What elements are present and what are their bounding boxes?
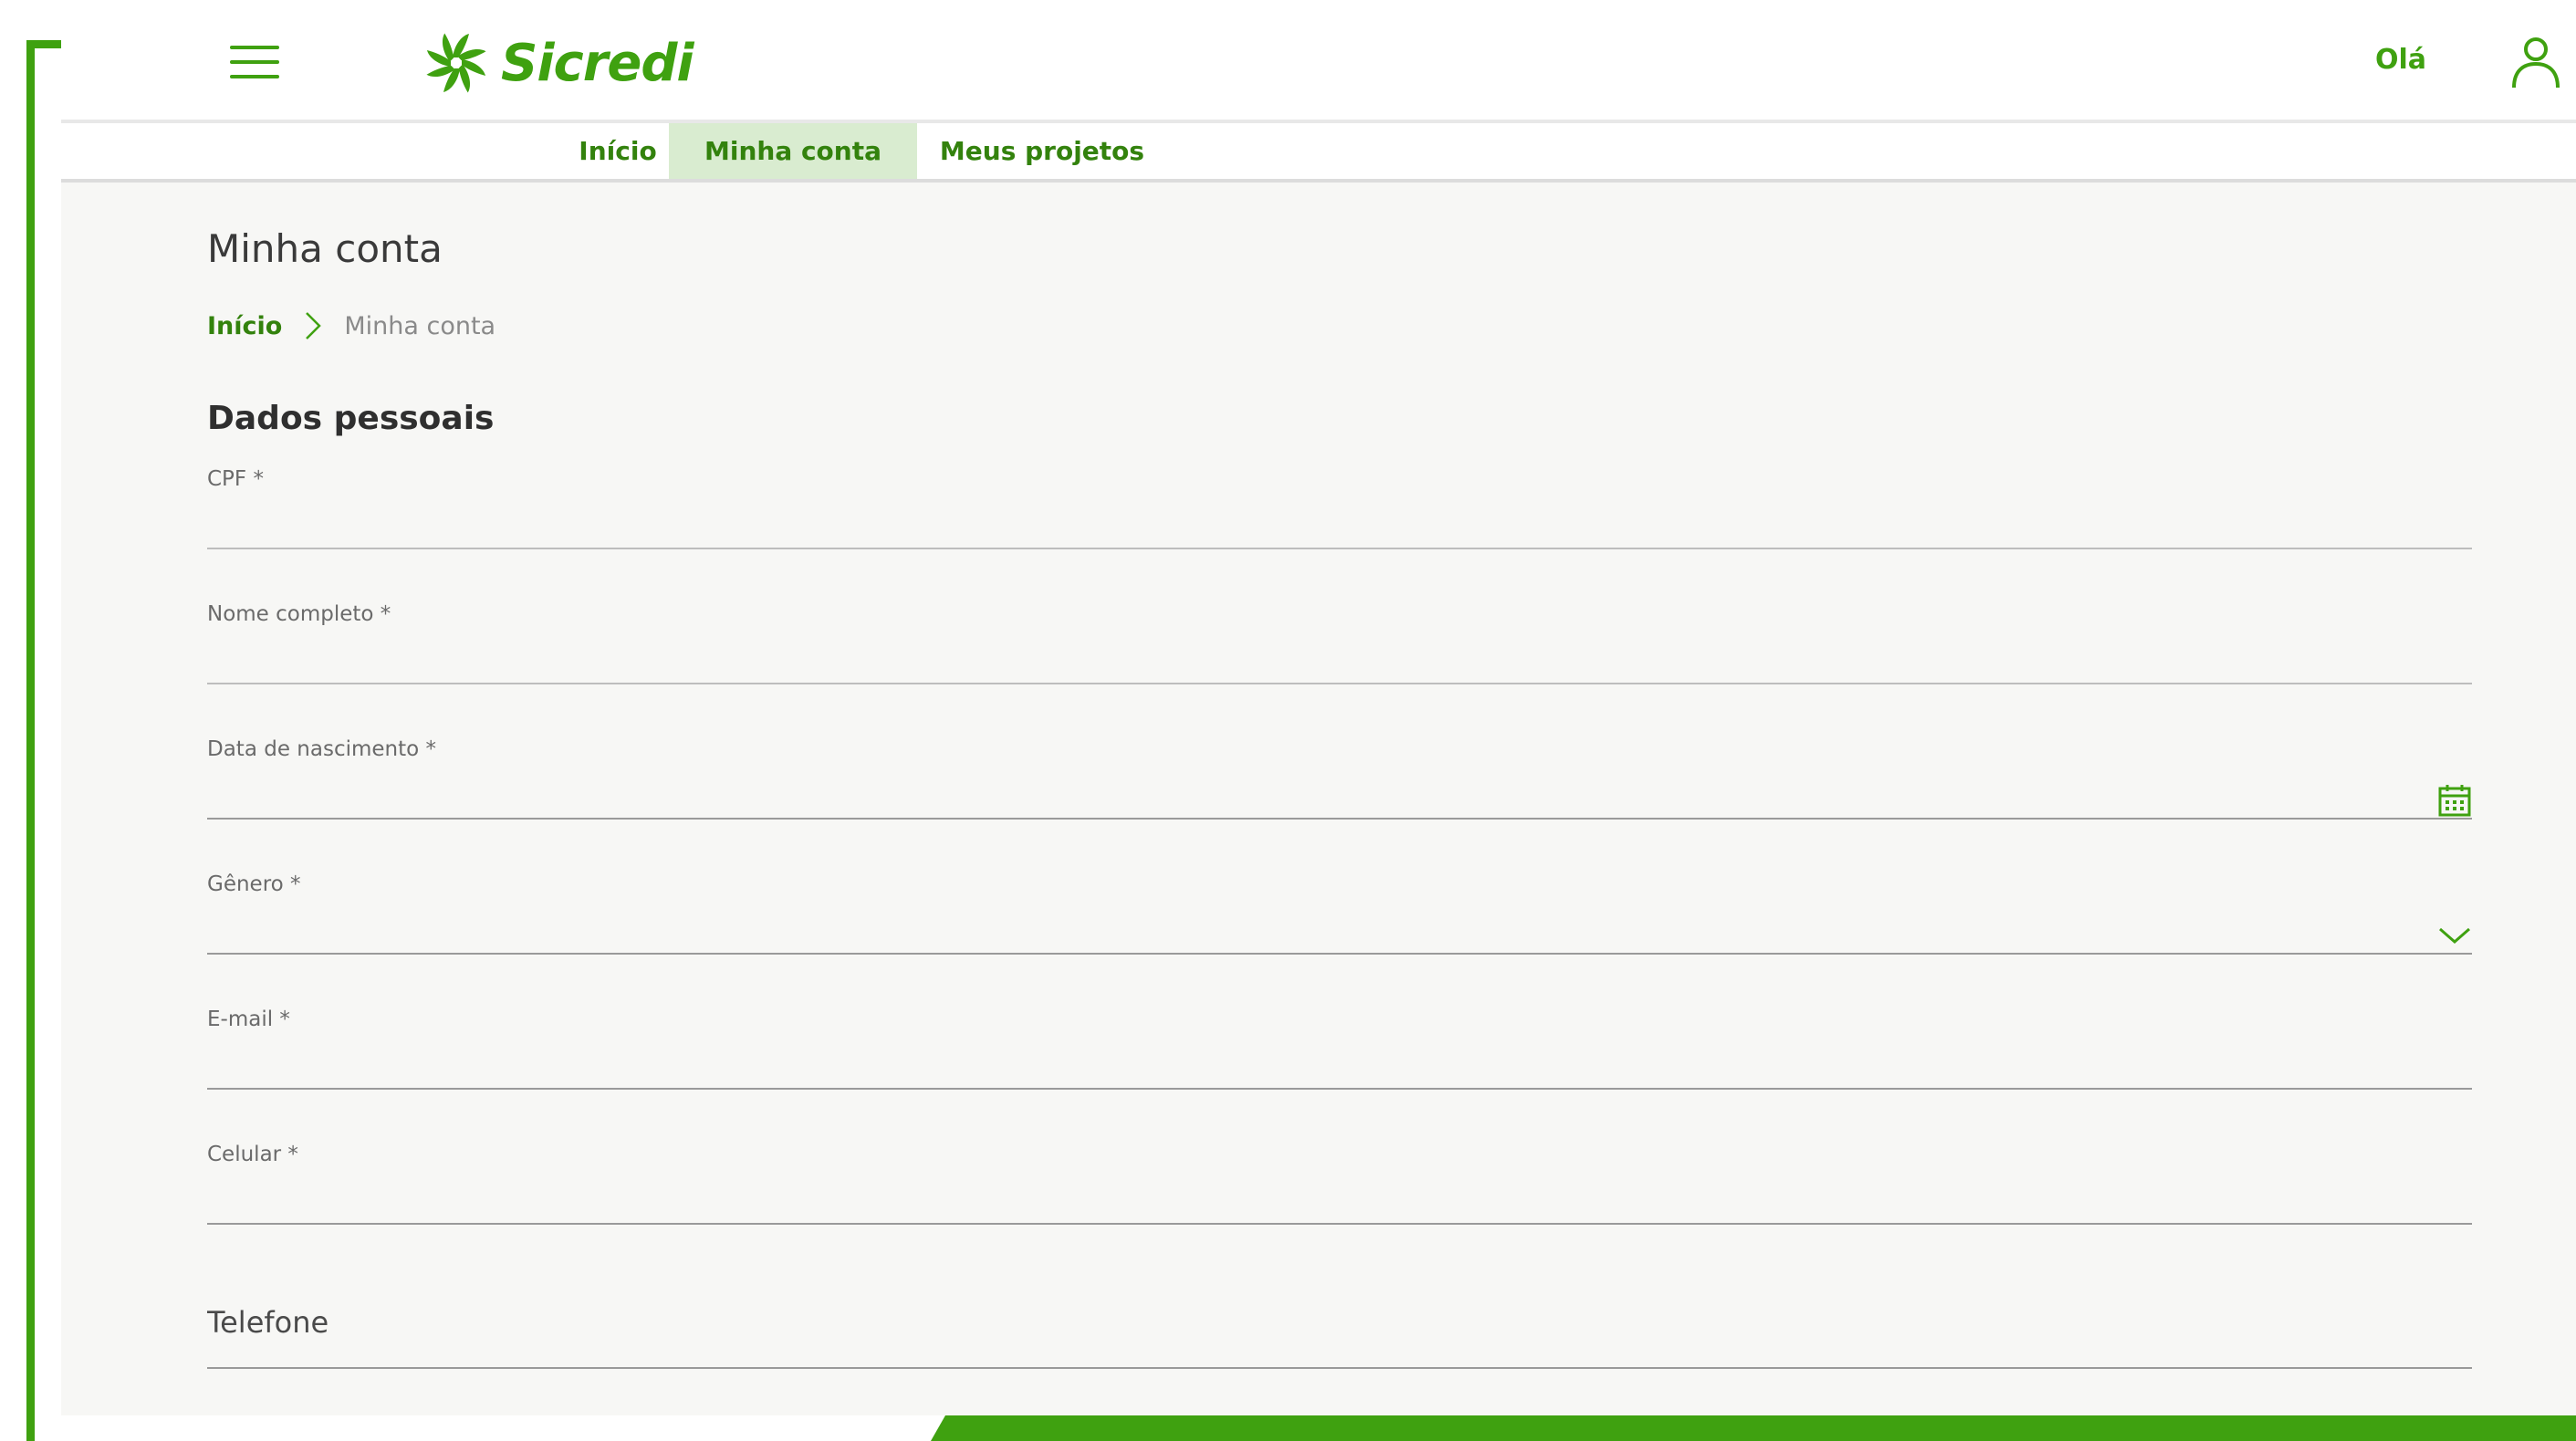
section-title: Dados pessoais [207, 400, 495, 437]
page-title: Minha conta [207, 226, 443, 271]
breadcrumb-current: Minha conta [344, 311, 496, 340]
chevron-right-icon [306, 312, 322, 339]
cpf-label: CPF * [207, 467, 264, 491]
email-input[interactable] [207, 1035, 2472, 1090]
user-greeting: Olá [2375, 44, 2427, 76]
telefone-field [207, 1278, 2472, 1369]
calendar-icon[interactable] [2437, 783, 2472, 818]
cpf-input[interactable] [207, 495, 2472, 549]
celular-label: Celular * [207, 1143, 298, 1166]
data-nascimento-field: Data de nascimento * [207, 737, 2472, 829]
tab-meus-projetos[interactable]: Meus projetos [919, 123, 1165, 179]
data-nascimento-input[interactable] [207, 765, 2472, 820]
hamburger-menu-icon[interactable] [230, 42, 279, 82]
email-label: E-mail * [207, 1008, 290, 1031]
frame-bottom-bar [931, 1415, 2576, 1441]
genero-label: Gênero * [207, 872, 301, 896]
app-header: Sicredi Olá [61, 0, 2576, 123]
brand-logo[interactable]: Sicredi [424, 29, 694, 97]
breadcrumb: Início Minha conta [207, 310, 495, 341]
nome-completo-field: Nome completo * [207, 602, 2472, 694]
celular-field: Celular * [207, 1143, 2472, 1234]
user-icon[interactable] [2510, 35, 2561, 89]
sicredi-logo-icon [426, 33, 486, 93]
telefone-input[interactable] [207, 1278, 2472, 1369]
frame-left-corner [26, 40, 61, 48]
celular-input[interactable] [207, 1170, 2472, 1225]
main-nav: Início Minha conta Meus projetos [61, 123, 2576, 183]
chevron-down-icon[interactable] [2437, 918, 2472, 953]
genero-field: Gênero * [207, 872, 2472, 964]
email-field: E-mail * [207, 1008, 2472, 1099]
nome-completo-label: Nome completo * [207, 602, 391, 626]
data-nascimento-label: Data de nascimento * [207, 737, 437, 761]
cpf-field: CPF * [207, 467, 2472, 559]
brand-name: Sicredi [501, 33, 694, 93]
tab-minha-conta[interactable]: Minha conta [669, 123, 917, 179]
nome-completo-input[interactable] [207, 630, 2472, 684]
frame-left-bar [26, 40, 35, 1441]
breadcrumb-link-inicio[interactable]: Início [207, 312, 282, 340]
genero-select[interactable] [207, 900, 2472, 955]
main-content: Minha conta Início Minha conta Dados pes… [61, 183, 2576, 1415]
